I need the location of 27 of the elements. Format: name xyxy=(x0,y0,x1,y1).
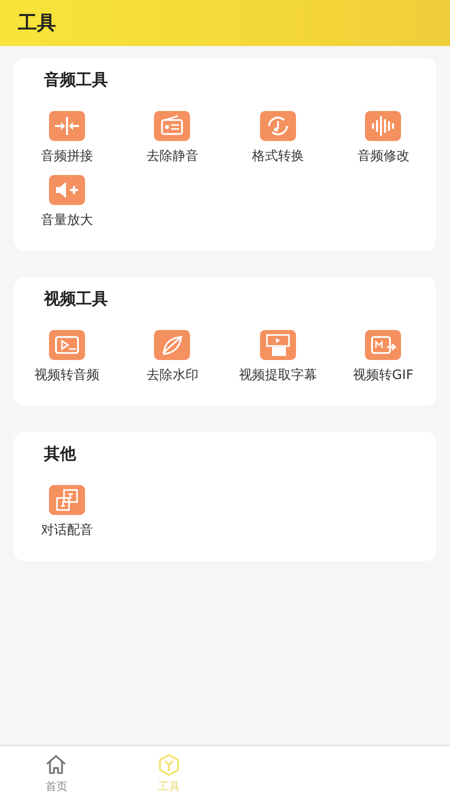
tool-item[interactable]: 音频修改 xyxy=(330,111,436,165)
speaker-plus-icon xyxy=(48,175,85,205)
tool-item[interactable]: 格式转换 xyxy=(225,111,330,165)
section-title: 音频工具 xyxy=(44,70,109,91)
tool-item[interactable]: 音量放大 xyxy=(14,175,120,229)
tool-item[interactable]: 视频转音频 xyxy=(14,330,120,384)
tool-item[interactable]: 视频转GIF xyxy=(330,330,436,384)
home-icon xyxy=(44,752,68,776)
section-title: 其他 xyxy=(44,444,78,465)
section-title: 视频工具 xyxy=(44,289,109,310)
radio-icon xyxy=(154,111,190,141)
tool-item[interactable]: 音频拼接 xyxy=(14,111,120,165)
music-note-cycle-icon xyxy=(260,111,296,141)
page-title: 工具 xyxy=(18,11,56,36)
tool-item[interactable]: 视频提取字幕 xyxy=(225,330,330,384)
crossed-leaf-icon xyxy=(154,330,190,360)
hexagon-y-icon xyxy=(156,752,181,776)
nav-tab[interactable]: 首页 xyxy=(0,746,112,800)
dialogue-cards-icon xyxy=(48,485,85,515)
merge-arrows-icon xyxy=(48,111,85,141)
video-screen-icon xyxy=(48,330,85,360)
tool-item[interactable]: 对话配音 xyxy=(14,485,120,539)
sound-wave-icon xyxy=(365,111,402,141)
subtitle-screen-icon xyxy=(260,330,296,360)
tool-item[interactable]: 去除水印 xyxy=(120,330,225,384)
tool-item[interactable]: 去除静音 xyxy=(120,111,225,165)
video-file-icon xyxy=(365,330,402,360)
